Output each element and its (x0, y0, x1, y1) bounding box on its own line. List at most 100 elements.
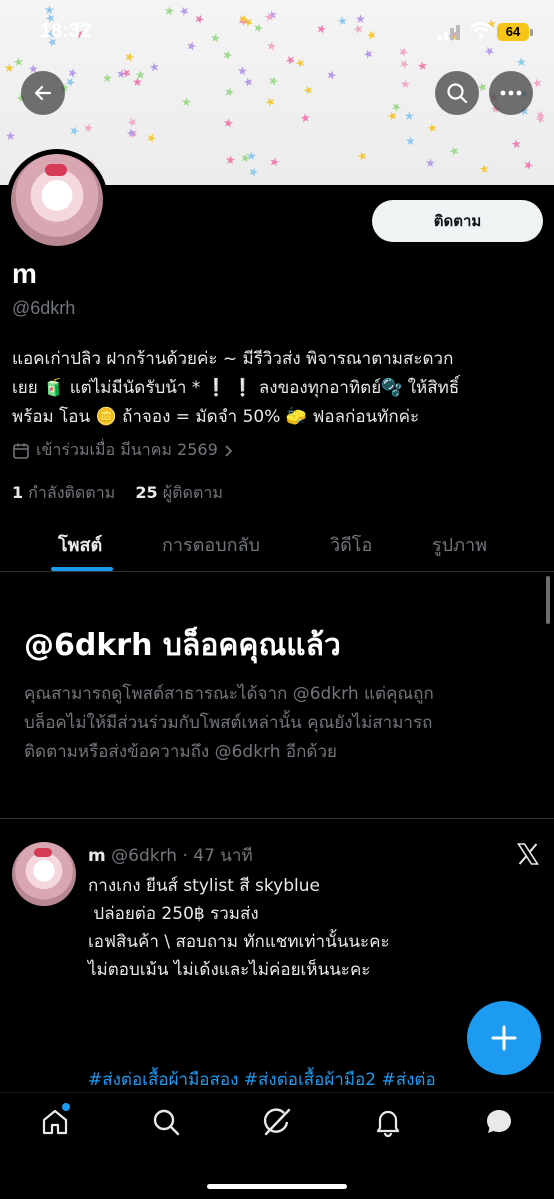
battery-tip (530, 29, 533, 36)
post-line: ปล่อยต่อ 250฿ รวมส่ง (88, 904, 259, 924)
compose-button[interactable] (467, 1001, 541, 1075)
banner-star: ★ (324, 66, 339, 84)
grok-icon (263, 1108, 291, 1136)
blocked-description: คุณสามารถดูโพสต์สาธารณะได้จาก @6dkrh แต่… (24, 680, 524, 767)
post-author-name[interactable]: m (88, 846, 106, 866)
banner-star: ★ (405, 134, 416, 148)
banner-star: ★ (143, 129, 159, 147)
banner-star: ★ (301, 81, 316, 99)
banner-star: ★ (222, 84, 237, 100)
profile-handle: @6dkrh (12, 298, 76, 318)
x-logo-icon (516, 842, 540, 870)
bio-line: แอคเก่าปลิว ฝากร้านด้วยค่ะ ~ มีรีวิวส่ง … (12, 349, 454, 369)
status-bar: 18:32 64 (0, 0, 554, 60)
post-avatar[interactable] (12, 842, 76, 906)
profile-bio: แอคเก่าปลิว ฝากร้านด้วยค่ะ ~ มีรีวิวส่ง … (12, 345, 542, 432)
banner-star: ★ (81, 120, 96, 136)
bell-icon (376, 1110, 400, 1138)
banner-star: ★ (424, 155, 437, 171)
banner-star: ★ (267, 154, 282, 170)
banner-star: ★ (446, 142, 462, 160)
active-tab-indicator (51, 567, 113, 571)
banner-star: ★ (221, 115, 235, 131)
tab-posts[interactable]: โพสต์ (58, 530, 102, 559)
follow-stats: 1 กำลังติดตาม 25 ผู้ติดตาม (12, 481, 223, 506)
battery-level: 64 (497, 23, 529, 41)
blocked-desc-line: บล็อคไม่ให้มีส่วนร่วมกับโพสต์เหล่านั้น ค… (24, 713, 433, 733)
bio-line: พร้อม โอน 🪙 ถ้าจอง = มัดจำ 50% 🧽 ฟอลก่อน… (12, 407, 420, 427)
blocked-desc-line: คุณสามารถดูโพสต์สาธารณะได้จาก @6dkrh แต่… (24, 684, 434, 704)
banner-star: ★ (101, 70, 114, 86)
tab-replies[interactable]: การตอบกลับ (162, 530, 260, 559)
nav-grok[interactable] (262, 1107, 292, 1141)
banner-star: ★ (224, 152, 237, 168)
arrow-left-icon (34, 85, 52, 101)
post-line: ไม่ตอบเม้น ไม่เด้งและไม่ค่อยเห็นนะคะ (88, 960, 371, 980)
banner-star: ★ (262, 93, 279, 111)
wifi-icon (470, 22, 492, 44)
avatar-image (11, 154, 103, 246)
signal-icon (438, 24, 462, 40)
more-icon (500, 90, 522, 96)
search-button[interactable] (435, 71, 479, 115)
banner-star: ★ (180, 94, 193, 110)
followers-label: ผู้ติดตาม (162, 483, 223, 502)
followers-link[interactable]: 25 ผู้ติดตาม (135, 483, 222, 502)
blocked-desc-line: ติดตามหรือส่งข้อความถึง @6dkrh อีกด้วย (24, 742, 337, 762)
joined-date[interactable]: เข้าร่วมเมื่อ มีนาคม 2569 (12, 438, 234, 463)
banner-star: ★ (520, 156, 536, 174)
search-icon (153, 1109, 180, 1136)
home-indicator (207, 1184, 347, 1189)
home-icon (42, 1109, 68, 1135)
following-count: 1 (12, 483, 24, 502)
home-notification-dot (62, 1103, 70, 1111)
nav-messages[interactable] (484, 1107, 514, 1141)
nav-search[interactable] (151, 1107, 181, 1141)
post-line: เอฟสินค้า \ สอบถาม ทักแชทเท่านั้นนะคะ (88, 932, 390, 952)
banner-star: ★ (399, 76, 412, 92)
banner-star: ★ (66, 122, 82, 140)
banner-star: ★ (245, 163, 262, 181)
post-line: กางเกง ยีนส์ stylist สี skyblue (88, 876, 320, 896)
calendar-icon (13, 443, 29, 459)
post-hashtags[interactable]: #ส่งต่อเสื้อผ้ามือสอง #ส่งต่อเสื้อผ้ามือ… (88, 1066, 436, 1093)
banner-star: ★ (425, 119, 440, 137)
blocked-title: @6dkrh บล็อคคุณแล้ว (24, 628, 341, 663)
banner-star: ★ (4, 128, 17, 144)
nav-notifications[interactable] (373, 1107, 403, 1141)
chevron-right-icon (225, 444, 233, 457)
display-name: m (12, 258, 37, 289)
bio-line: เยย 🧃 แต่ไม่มีนัดรับน้า * ❕ ❕ ลงของทุกอา… (12, 378, 460, 398)
banner-star: ★ (236, 63, 249, 79)
post-text[interactable]: กางเกง ยีนส์ stylist สี skyblue ปล่อยต่อ… (88, 872, 528, 984)
follow-button[interactable]: ติดตาม (372, 200, 543, 242)
banner-star: ★ (355, 147, 370, 165)
banner-star: ★ (134, 67, 146, 83)
following-link[interactable]: 1 กำลังติดตาม (12, 483, 115, 502)
banner-star: ★ (147, 59, 162, 75)
nav-home[interactable] (40, 1107, 70, 1141)
banner-star: ★ (510, 136, 523, 152)
following-label: กำลังติดตาม (28, 483, 116, 502)
tab-videos[interactable]: วิดีโอ (330, 530, 372, 559)
post-time: · 47 นาที (182, 846, 253, 866)
more-button[interactable] (489, 71, 533, 115)
tab-photos[interactable]: รูปภาพ (432, 530, 487, 559)
banner-star: ★ (124, 125, 139, 141)
post-header: m @6dkrh · 47 นาที (88, 842, 253, 869)
bottom-nav (0, 1092, 554, 1199)
banner-star: ★ (265, 72, 281, 90)
banner-star: ★ (403, 108, 416, 124)
status-time: 18:32 (40, 20, 92, 42)
messages-icon (487, 1110, 511, 1133)
banner-star: ★ (415, 58, 429, 74)
joined-text: เข้าร่วมเมื่อ มีนาคม 2569 (36, 440, 218, 459)
plus-icon (491, 1025, 517, 1051)
divider (0, 818, 554, 819)
banner-star: ★ (478, 161, 491, 177)
scrollbar[interactable] (546, 576, 550, 624)
profile-avatar[interactable] (6, 149, 108, 251)
back-button[interactable] (21, 71, 65, 115)
post-author-handle[interactable]: @6dkrh (111, 846, 177, 866)
banner-star: ★ (3, 60, 16, 76)
